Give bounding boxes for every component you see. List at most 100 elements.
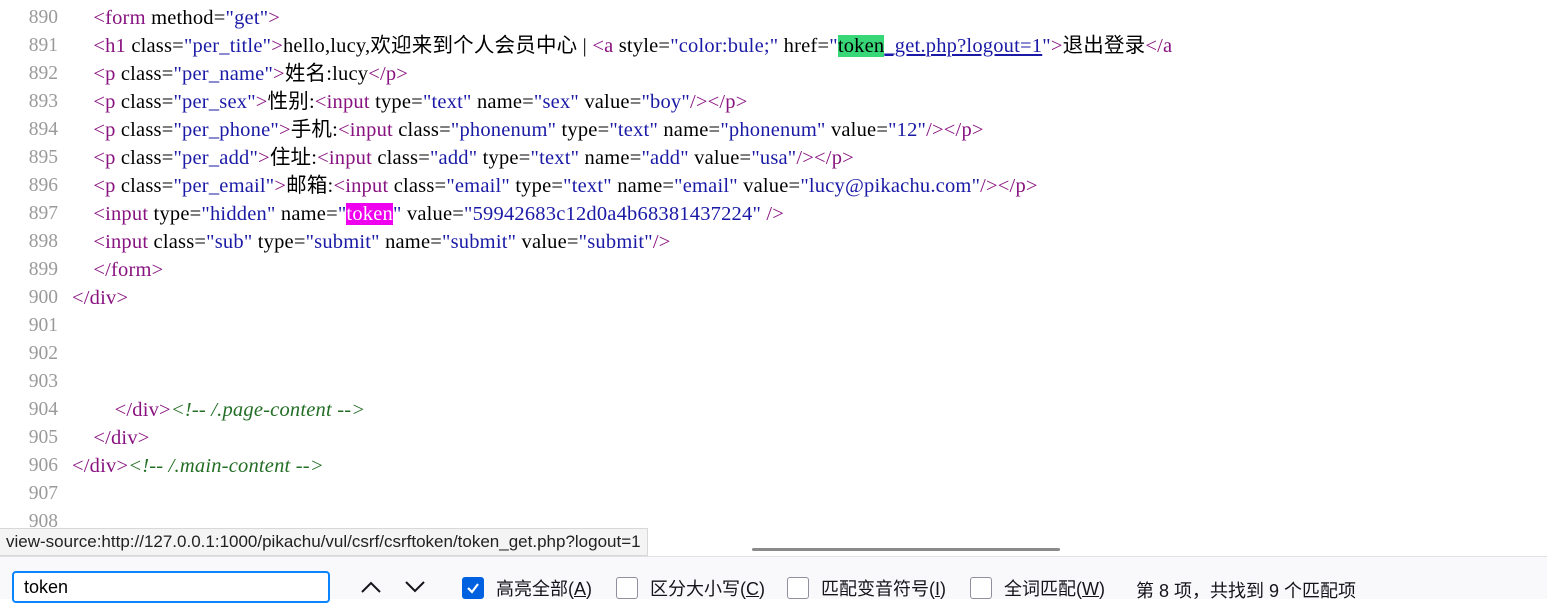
code-token: "sex" — [533, 91, 585, 113]
code-token: class= — [120, 119, 174, 141]
code-token: </p> — [368, 63, 409, 85]
code-token: /></p> — [980, 175, 1038, 197]
code-token: "submit" — [442, 231, 522, 253]
code-token: </div> — [72, 287, 129, 309]
line-source: <input type="hidden" name="token" value=… — [72, 200, 784, 228]
match-diacritics-label: 匹配变音符号(I) — [821, 579, 947, 599]
code-token: "12" — [888, 119, 927, 141]
match-count: 第 8 项，共找到 9 个匹配项 — [1136, 581, 1357, 601]
whole-words-checkbox[interactable]: 全词匹配(W) — [970, 575, 1105, 601]
code-comment: <!-- /.page-content --> — [170, 399, 366, 421]
code-token: </a — [1145, 35, 1173, 57]
chevron-down-icon — [405, 581, 425, 593]
code-token: "boy" — [641, 91, 690, 113]
code-token: > — [273, 63, 285, 85]
checkmark-icon — [467, 583, 479, 594]
line-number: 893 — [28, 91, 58, 112]
line-number: 895 — [28, 147, 58, 168]
code-token: > — [1050, 35, 1063, 57]
code-token: value= — [743, 175, 801, 197]
line-source: </div><!-- /.main-content --> — [72, 452, 324, 480]
line-number: 896 — [28, 175, 58, 196]
code-token: > — [258, 147, 270, 169]
checkbox-checked[interactable] — [462, 577, 484, 599]
code-token: type= — [153, 203, 202, 225]
code-token: type= — [561, 119, 610, 141]
checkbox-unchecked[interactable] — [616, 577, 638, 599]
code-token: name= — [385, 231, 443, 253]
code-token: "submit" — [305, 231, 386, 253]
code-token: class= — [120, 63, 174, 85]
line-source: <p class="per_sex">性别:<input type="text"… — [72, 88, 748, 116]
code-token: href= — [783, 35, 830, 57]
code-token: name= — [476, 91, 534, 113]
find-previous-button[interactable] — [356, 573, 386, 601]
match-case-checkbox[interactable]: 区分大小写(C) — [616, 575, 765, 601]
line-source: </div> — [72, 284, 128, 312]
code-token: "add" — [429, 147, 483, 169]
highlight-all-checkbox[interactable]: 高亮全部(A) — [462, 575, 592, 601]
code-token: <input — [314, 91, 376, 113]
current-match-highlight[interactable]: token — [837, 35, 885, 57]
code-token: "lucy@pikachu.com" — [800, 175, 981, 197]
code-token: "text" — [609, 119, 664, 141]
code-token: <form — [93, 7, 152, 29]
line-number: 907 — [28, 483, 58, 504]
code-token: <p — [93, 91, 121, 113]
code-token: "per_sex" — [173, 91, 256, 113]
line-number: 894 — [28, 119, 58, 140]
find-input[interactable] — [12, 571, 330, 603]
line-number: 897 — [28, 203, 58, 224]
code-token: "phonenum" — [720, 119, 831, 141]
code-token: type= — [482, 147, 531, 169]
line-number: 891 — [28, 35, 58, 56]
code-token: <input — [93, 203, 154, 225]
code-token: "color:bule;" — [670, 35, 784, 57]
chevron-up-icon — [361, 581, 381, 593]
code-token: <p — [93, 175, 121, 197]
code-token: value= — [694, 147, 752, 169]
find-next-button[interactable] — [400, 573, 430, 601]
code-token: </div> — [93, 427, 150, 449]
code-comment: <!-- /.main-content --> — [128, 455, 324, 477]
code-token: "email" — [674, 175, 744, 197]
code-token: type= — [515, 175, 564, 197]
code-token: "per_title" — [183, 35, 272, 57]
source-link[interactable]: _get.php?logout=1 — [884, 35, 1042, 57]
line-number: 908 — [28, 511, 58, 530]
code-token: 手机: — [290, 119, 339, 141]
line-source: <form method="get"> — [72, 4, 280, 32]
code-token: name= — [663, 119, 721, 141]
line-number: 906 — [28, 455, 58, 476]
find-bar: 高亮全部(A) 区分大小写(C) 匹配变音符号(I) 全词匹配(W) 第 8 项… — [0, 556, 1547, 603]
code-token: "hidden" — [201, 203, 281, 225]
line-source: <input class="sub" type="submit" name="s… — [72, 228, 671, 256]
code-token: <p — [93, 119, 121, 141]
code-token: "email" — [446, 175, 516, 197]
status-url: view-source:http://127.0.0.1:1000/pikach… — [6, 532, 641, 551]
line-number: 900 — [28, 287, 58, 308]
code-token: /></p> — [796, 147, 854, 169]
code-token: > — [278, 119, 291, 141]
code-token: value= — [584, 91, 642, 113]
code-token: class= — [131, 35, 184, 57]
line-number: 903 — [28, 371, 58, 392]
horizontal-scrollbar[interactable] — [752, 548, 1060, 551]
code-token: value= — [830, 119, 889, 141]
code-token: > — [268, 7, 281, 29]
match-diacritics-checkbox[interactable]: 匹配变音符号(I) — [787, 575, 946, 601]
checkbox-unchecked[interactable] — [970, 577, 992, 599]
line-number: 898 — [28, 231, 58, 252]
code-token: " — [829, 35, 838, 57]
code-token: style= — [618, 35, 671, 57]
code-token: <p — [93, 147, 121, 169]
code-token: > — [274, 175, 287, 197]
code-token: class= — [120, 91, 174, 113]
code-token: <p — [93, 63, 121, 85]
code-token: "sub" — [206, 231, 258, 253]
checkbox-unchecked[interactable] — [787, 577, 809, 599]
line-source: <p class="per_add">住址:<input class="add"… — [72, 144, 854, 172]
